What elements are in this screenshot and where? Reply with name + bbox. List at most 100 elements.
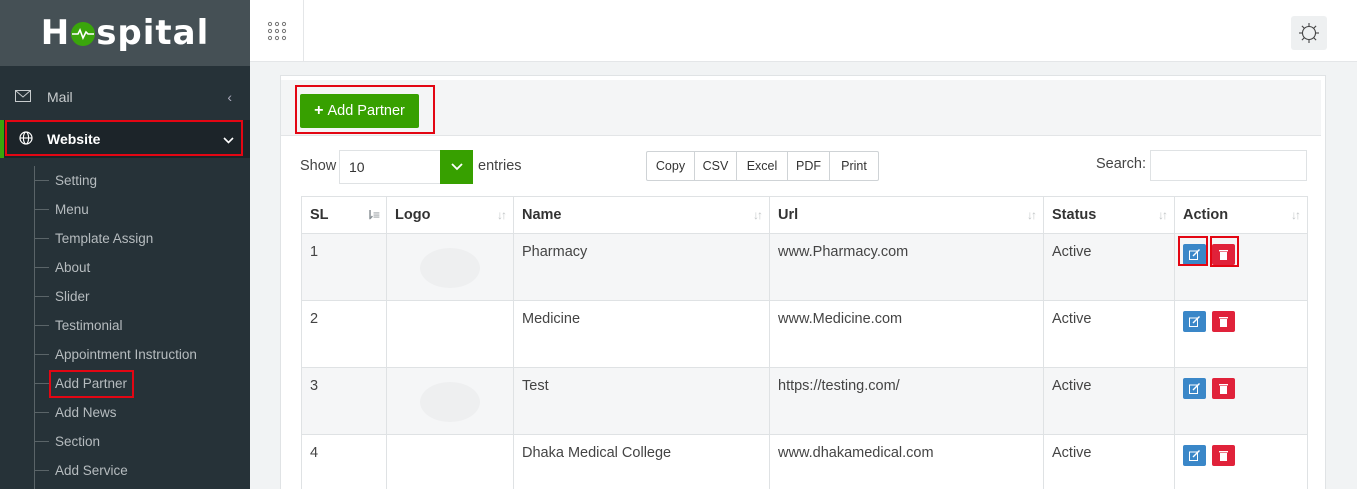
settings-button[interactable] bbox=[1291, 16, 1327, 50]
entries-length-value: 10 bbox=[349, 159, 365, 175]
website-submenu: Setting Menu Template Assign About Slide… bbox=[0, 166, 250, 489]
highlight-box-add-partner-button bbox=[295, 85, 435, 134]
edit-button[interactable] bbox=[1183, 311, 1206, 332]
column-header-label: Name bbox=[522, 207, 562, 223]
card-header: + Add Partner bbox=[281, 80, 1321, 136]
column-header-action[interactable]: Action ↓↑ bbox=[1174, 196, 1308, 234]
entries-length-select[interactable]: 10 bbox=[339, 150, 473, 184]
cell-action bbox=[1174, 434, 1308, 489]
trash-icon bbox=[1219, 384, 1228, 394]
cell-name: Medicine bbox=[513, 300, 770, 368]
cell-name: Pharmacy bbox=[513, 233, 770, 301]
gear-icon bbox=[1299, 23, 1319, 43]
copy-button[interactable]: Copy bbox=[647, 152, 695, 180]
submenu-item-add-service[interactable]: Add Service bbox=[0, 456, 250, 485]
sort-icon: ↓↑ bbox=[1027, 208, 1037, 222]
submenu-item-template-assign[interactable]: Template Assign bbox=[0, 224, 250, 253]
sort-icon: ↓↑ bbox=[753, 208, 763, 222]
cell-sl: 1 bbox=[301, 233, 387, 301]
edit-button[interactable] bbox=[1183, 445, 1206, 466]
search-input[interactable] bbox=[1150, 150, 1307, 181]
table-header-row: SL ⇂≡ Logo ↓↑ Name ↓↑ Url ↓↑ Status ↓↑ Action… bbox=[301, 196, 1308, 234]
logo-text-end: spital bbox=[96, 13, 210, 53]
column-header-sl[interactable]: SL ⇂≡ bbox=[301, 196, 387, 234]
cell-sl: 2 bbox=[301, 300, 387, 368]
excel-button[interactable]: Excel bbox=[737, 152, 788, 180]
table-row: 4 Dhaka Medical College www.dhakamedical… bbox=[301, 434, 1308, 489]
table-row: 1 Pharmacy www.Pharmacy.com Active bbox=[301, 233, 1308, 301]
cell-action bbox=[1174, 367, 1308, 435]
column-header-name[interactable]: Name ↓↑ bbox=[513, 196, 770, 234]
submenu-item-testimonial[interactable]: Testimonial bbox=[0, 311, 250, 340]
cell-name: Dhaka Medical College bbox=[513, 434, 770, 489]
submenu-item-about[interactable]: About bbox=[0, 253, 250, 282]
cell-status: Active bbox=[1043, 434, 1175, 489]
sort-icon: ↓↑ bbox=[1158, 208, 1168, 222]
cell-status: Active bbox=[1043, 300, 1175, 368]
app-logo[interactable]: H spital bbox=[41, 13, 210, 53]
cell-sl: 4 bbox=[301, 434, 387, 489]
edit-button[interactable] bbox=[1183, 378, 1206, 399]
edit-icon bbox=[1189, 450, 1200, 461]
column-header-label: Action bbox=[1183, 207, 1229, 223]
cell-status: Active bbox=[1043, 233, 1175, 301]
partner-logo-image bbox=[420, 248, 480, 288]
column-header-status[interactable]: Status ↓↑ bbox=[1043, 196, 1175, 234]
delete-button[interactable] bbox=[1212, 311, 1235, 332]
chevron-down-icon bbox=[440, 150, 473, 184]
csv-button[interactable]: CSV bbox=[695, 152, 737, 180]
cell-name: Test bbox=[513, 367, 770, 435]
submenu-item-setting[interactable]: Setting bbox=[0, 166, 250, 195]
pdf-button[interactable]: PDF bbox=[788, 152, 830, 180]
column-header-label: Url bbox=[778, 207, 799, 223]
delete-button[interactable] bbox=[1212, 378, 1235, 399]
submenu-item-section[interactable]: Section bbox=[0, 427, 250, 456]
entries-label: entries bbox=[478, 158, 522, 174]
cell-sl: 3 bbox=[301, 367, 387, 435]
submenu-item-appointment-instruction[interactable]: Appointment Instruction bbox=[0, 340, 250, 369]
top-bar bbox=[250, 0, 1357, 62]
highlight-box-edit-button bbox=[1178, 236, 1208, 266]
column-header-logo[interactable]: Logo ↓↑ bbox=[386, 196, 514, 234]
column-header-label: SL bbox=[310, 207, 329, 223]
cell-logo bbox=[386, 300, 514, 368]
logo-text-start: H bbox=[40, 13, 71, 53]
apps-grid-button[interactable] bbox=[250, 0, 304, 62]
highlight-box-delete-button bbox=[1210, 236, 1239, 267]
sidebar-item-mail[interactable]: Mail ‹ bbox=[0, 80, 250, 114]
delete-button[interactable] bbox=[1212, 445, 1235, 466]
cell-logo bbox=[386, 367, 514, 435]
trash-icon bbox=[1219, 317, 1228, 327]
cell-url: https://testing.com/ bbox=[769, 367, 1044, 435]
sort-icon: ↓↑ bbox=[1291, 208, 1301, 222]
cell-url: www.dhakamedical.com bbox=[769, 434, 1044, 489]
trash-icon bbox=[1219, 451, 1228, 461]
table-row: 3 Test https://testing.com/ Active bbox=[301, 367, 1308, 435]
print-button[interactable]: Print bbox=[830, 152, 878, 180]
search-label: Search: bbox=[1096, 156, 1146, 172]
apps-grid-icon bbox=[267, 21, 286, 41]
cell-url: www.Medicine.com bbox=[769, 300, 1044, 368]
mail-icon bbox=[15, 89, 31, 105]
partners-table: SL ⇂≡ Logo ↓↑ Name ↓↑ Url ↓↑ Status ↓↑ Action… bbox=[301, 196, 1308, 489]
heartbeat-icon bbox=[71, 22, 96, 46]
submenu-item-menu[interactable]: Menu bbox=[0, 195, 250, 224]
edit-icon bbox=[1189, 383, 1200, 394]
submenu-item-add-news[interactable]: Add News bbox=[0, 398, 250, 427]
cell-action bbox=[1174, 300, 1308, 368]
column-header-label: Logo bbox=[395, 207, 431, 223]
export-button-group: Copy CSV Excel PDF Print bbox=[646, 151, 879, 181]
cell-logo bbox=[386, 233, 514, 301]
submenu-item-slider[interactable]: Slider bbox=[0, 282, 250, 311]
cell-url: www.Pharmacy.com bbox=[769, 233, 1044, 301]
highlight-box-add-partner-menu bbox=[49, 370, 134, 398]
sort-asc-icon: ⇂≡ bbox=[364, 208, 380, 222]
logo-bar: H spital bbox=[0, 0, 250, 66]
show-label: Show bbox=[300, 158, 337, 174]
sidebar-item-label: Mail bbox=[47, 89, 73, 105]
partner-card: + Add Partner Show 10 entries Copy CSV E… bbox=[280, 75, 1326, 489]
column-header-label: Status bbox=[1052, 207, 1097, 223]
column-header-url[interactable]: Url ↓↑ bbox=[769, 196, 1044, 234]
sidebar: H spital Mail ‹ Website Setting Menu Tem… bbox=[0, 0, 250, 489]
sort-icon: ↓↑ bbox=[497, 208, 507, 222]
